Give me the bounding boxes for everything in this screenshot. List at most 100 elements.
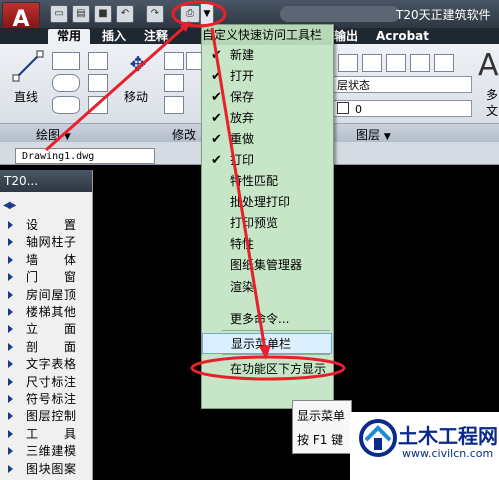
checkmark-icon: ✔ bbox=[211, 132, 222, 147]
layer-state-combo[interactable]: 层状态 bbox=[332, 76, 472, 93]
mirror-icon[interactable] bbox=[164, 74, 184, 92]
menu-item-label: 批处理打印 bbox=[230, 195, 291, 209]
menu-item[interactable]: 打印预览 bbox=[202, 213, 332, 234]
menu-item[interactable]: 渲染 bbox=[202, 277, 332, 298]
tool-panel-item-label: 墙 体 bbox=[26, 252, 76, 267]
expand-arrow-icon bbox=[8, 238, 13, 247]
tool-panel-item[interactable]: 剖 面 bbox=[0, 339, 92, 356]
menu-item[interactable]: ✔ 新建 bbox=[202, 45, 332, 66]
tool-panel-item-label: 立 面 bbox=[26, 322, 76, 337]
tab-insert[interactable]: 插入 bbox=[102, 29, 126, 44]
tool-panel-item[interactable]: 立 面 bbox=[0, 321, 92, 338]
line-tool-icon[interactable] bbox=[12, 50, 44, 82]
tool-panel-item[interactable]: 文字表格 bbox=[0, 356, 92, 373]
quick-access-dropdown-button[interactable]: ▼ bbox=[200, 3, 214, 25]
layer-tool-icons[interactable] bbox=[338, 54, 468, 72]
menu-item[interactable]: 更多命令... bbox=[202, 309, 332, 330]
expand-arrow-icon bbox=[8, 377, 13, 386]
expand-collapse-icon[interactable]: ◀▶ bbox=[3, 200, 19, 212]
tool-panel-item[interactable]: 图块图案 bbox=[0, 461, 92, 478]
tool-panel-item-label: 尺寸标注 bbox=[26, 374, 76, 389]
redo-icon[interactable]: ↷ bbox=[146, 5, 164, 23]
tab-annotate[interactable]: 注释 bbox=[144, 29, 168, 44]
expand-arrow-icon bbox=[8, 308, 13, 316]
tool-panel-item-label: 房间屋顶 bbox=[26, 287, 76, 302]
multiline-text-icon[interactable]: A bbox=[478, 48, 499, 83]
rectangle-icon[interactable] bbox=[88, 74, 108, 92]
menu-item[interactable]: ✔ 保存 bbox=[202, 87, 332, 108]
site-logo-icon bbox=[359, 419, 397, 457]
menu-item-label: 保存 bbox=[230, 90, 255, 104]
watermark-site-url: www.civilcn.com bbox=[402, 447, 494, 460]
print-icon[interactable]: ⎙ bbox=[180, 5, 200, 23]
tool-panel-item-label: 轴网柱子 bbox=[26, 235, 76, 250]
layers-panel-title[interactable]: 图层 ▼ bbox=[356, 126, 391, 143]
menu-separator bbox=[222, 354, 330, 355]
tool-panel-item[interactable]: 图层控制 bbox=[0, 408, 92, 425]
tool-panel-item-label: 工 具 bbox=[26, 426, 76, 441]
open-folder-icon[interactable]: ▤ bbox=[72, 5, 90, 23]
expand-arrow-icon bbox=[8, 221, 13, 229]
menu-item-label: 渲染 bbox=[230, 280, 255, 294]
search-box[interactable] bbox=[280, 6, 400, 22]
undo-icon[interactable]: ↶ bbox=[116, 5, 134, 23]
rotate-icon[interactable] bbox=[186, 52, 202, 70]
stretch-icon[interactable] bbox=[164, 96, 184, 114]
menu-item-label: 显示菜单栏 bbox=[231, 337, 292, 351]
tool-panel-item[interactable]: 设 置 bbox=[0, 217, 92, 234]
circle-icon[interactable] bbox=[52, 74, 80, 92]
document-tab[interactable]: Drawing1.dwg bbox=[15, 148, 155, 164]
menu-item[interactable]: 特性匹配 bbox=[202, 171, 332, 192]
save-icon[interactable]: ■ bbox=[94, 5, 112, 23]
tab-acrobat[interactable]: Acrobat bbox=[376, 29, 429, 44]
expand-arrow-icon bbox=[8, 342, 13, 351]
menu-item[interactable]: ✔ 打开 bbox=[202, 66, 332, 87]
tool-panel-item[interactable]: 楼梯其他 bbox=[0, 304, 92, 321]
multiline-text-label-2: 文 bbox=[486, 104, 499, 118]
layer-combo[interactable]: 0 bbox=[332, 100, 472, 117]
menu-item[interactable]: 特性 bbox=[202, 234, 332, 255]
polyline-icon[interactable] bbox=[52, 52, 80, 70]
menu-item-label: 重做 bbox=[230, 132, 255, 146]
new-file-icon[interactable]: ▭ bbox=[50, 5, 68, 23]
menu-item[interactable]: 批处理打印 bbox=[202, 192, 332, 213]
tool-panel-item-label: 文字表格 bbox=[26, 357, 76, 372]
tool-panel-item[interactable]: 墙 体 bbox=[0, 252, 92, 269]
menu-item-label: 特性匹配 bbox=[230, 174, 279, 188]
tool-panel-item[interactable]: 门 窗 bbox=[0, 269, 92, 286]
ellipse-icon[interactable] bbox=[52, 96, 80, 114]
menu-item[interactable]: ✔ 放弃 bbox=[202, 108, 332, 129]
menu-item[interactable]: 图纸集管理器 bbox=[202, 255, 332, 276]
tool-panel-item-label: 剖 面 bbox=[26, 339, 76, 354]
tool-panel-item[interactable]: 符号标注 bbox=[0, 391, 92, 408]
layer-name-value: 0 bbox=[355, 103, 362, 116]
tool-panel-item[interactable]: 三维建模 bbox=[0, 443, 92, 460]
move-icon[interactable]: ✥ bbox=[126, 52, 150, 76]
tool-panel-item[interactable]: 尺寸标注 bbox=[0, 374, 92, 391]
menu-item[interactable]: ✔ 打印 bbox=[202, 150, 332, 171]
tool-panel-item[interactable]: 工 具 bbox=[0, 426, 92, 443]
tool-panel-item-label: 符号标注 bbox=[26, 392, 76, 406]
tab-output[interactable]: 输出 bbox=[334, 29, 358, 44]
tool-panel-item[interactable]: 房间屋顶 bbox=[0, 287, 92, 304]
tool-panel-item-label: 设 置 bbox=[26, 218, 76, 232]
menu-item[interactable]: ✔ 重做 bbox=[202, 129, 332, 150]
menu-header: 自定义快速访问工具栏 bbox=[202, 25, 332, 45]
hatch-icon[interactable] bbox=[88, 96, 108, 114]
tool-panel-item[interactable]: 轴网柱子 bbox=[0, 234, 92, 251]
copy-icon[interactable] bbox=[164, 52, 184, 70]
menu-item-label: 在功能区下方显示 bbox=[230, 362, 327, 376]
tool-panel-item-label: 图块图案 bbox=[26, 461, 76, 476]
menu-item-label: 特性 bbox=[230, 237, 255, 251]
expand-arrow-icon bbox=[8, 360, 13, 369]
polygon-icon[interactable] bbox=[88, 52, 108, 70]
menu-item[interactable]: 显示菜单栏 bbox=[202, 333, 332, 354]
menu-item[interactable]: 在功能区下方显示 bbox=[202, 359, 332, 380]
modify-panel-title[interactable]: 修改 bbox=[172, 126, 196, 143]
draw-panel-title[interactable]: 绘图 ▼ bbox=[36, 126, 71, 143]
tab-home[interactable]: 常用 bbox=[48, 29, 90, 44]
expand-arrow-icon bbox=[8, 290, 13, 299]
expand-arrow-icon bbox=[8, 395, 13, 403]
menu-tooltip: 显示菜单 按 F1 键 bbox=[292, 400, 352, 454]
expand-arrow-icon bbox=[8, 429, 13, 438]
